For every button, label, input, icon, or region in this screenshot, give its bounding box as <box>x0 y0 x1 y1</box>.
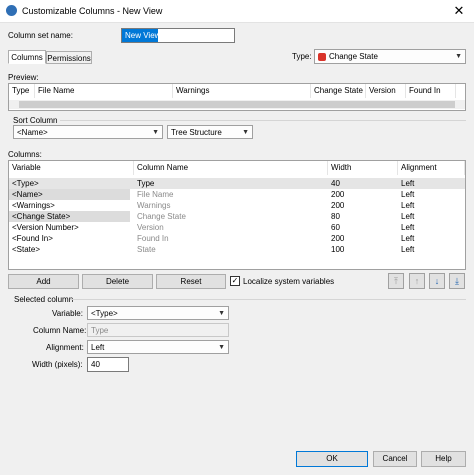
cell-alignment: Left <box>401 223 415 232</box>
chevron-down-icon: ▼ <box>455 53 462 60</box>
width-label: Width (pixels): <box>32 360 83 369</box>
tab-permissions[interactable]: Permissions <box>46 51 92 64</box>
cell-width: 60 <box>331 223 340 232</box>
cell-column-name: File Name <box>137 190 174 199</box>
chevron-down-icon: ▼ <box>152 129 159 136</box>
variable-label: Variable: <box>52 309 83 318</box>
table-row[interactable]: <State> State 100 Left <box>9 244 465 255</box>
divider <box>70 299 466 300</box>
reset-button[interactable]: Reset <box>156 274 226 289</box>
table-row[interactable]: <Version Number> Version 60 Left <box>9 222 465 233</box>
cell-variable: <Version Number> <box>12 223 79 232</box>
window-title: Customizable Columns - New View <box>22 6 163 16</box>
col-header-column-name[interactable]: Column Name <box>134 161 328 175</box>
cell-alignment: Left <box>401 212 415 221</box>
column-set-input[interactable] <box>121 28 235 43</box>
type-select-value: Change State <box>329 52 378 61</box>
preview-header-found-in[interactable]: Found In <box>406 84 456 98</box>
preview-header-change-state[interactable]: Change State <box>311 84 366 98</box>
localize-label: Localize system variables <box>243 277 335 286</box>
column-name-input[interactable] <box>87 323 229 337</box>
sort-structure-value: Tree Structure <box>171 128 222 137</box>
cell-column-name: Change State <box>137 212 186 221</box>
cell-variable: <Name> <box>9 189 130 200</box>
col-header-variable[interactable]: Variable <box>9 161 134 175</box>
preview-header-warnings[interactable]: Warnings <box>173 84 311 98</box>
cell-alignment: Left <box>401 190 415 199</box>
sort-column-label: Sort Column <box>13 116 58 125</box>
preview-header-type[interactable]: Type <box>9 84 35 98</box>
cell-variable: <Type> <box>12 179 39 188</box>
table-row[interactable]: <Warnings> Warnings 200 Left <box>9 200 465 211</box>
cell-variable: <Warnings> <box>12 201 55 210</box>
app-icon <box>6 5 17 16</box>
variable-select[interactable]: <Type> ▼ <box>87 306 229 320</box>
cell-alignment: Left <box>401 201 415 210</box>
move-top-icon[interactable]: ⤒ <box>388 273 404 289</box>
chevron-down-icon: ▼ <box>218 310 225 317</box>
column-name-label: Column Name: <box>33 326 87 335</box>
col-header-width[interactable]: Width <box>328 161 398 175</box>
localize-checkbox[interactable]: ✓ <box>230 276 240 286</box>
ok-button[interactable]: OK <box>296 451 368 467</box>
table-row[interactable]: <Found In> Found In 200 Left <box>9 233 465 244</box>
chevron-down-icon: ▼ <box>218 344 225 351</box>
cell-column-name: State <box>137 245 156 254</box>
table-row[interactable]: <Type> Type 40 Left <box>9 178 465 189</box>
width-input[interactable] <box>87 357 129 372</box>
preview-header-filename[interactable]: File Name <box>35 84 173 98</box>
cell-variable: <State> <box>12 245 41 254</box>
move-down-icon[interactable]: ↓ <box>429 273 445 289</box>
cell-column-name: Version <box>137 223 164 232</box>
cell-column-name: Type <box>137 179 155 188</box>
sort-column-select[interactable]: <Name> ▼ <box>13 125 163 139</box>
table-row[interactable]: <Change State> Change State 80 Left <box>9 211 465 222</box>
move-bottom-icon[interactable]: ⤓ <box>449 273 465 289</box>
alignment-select[interactable]: Left ▼ <box>87 340 229 354</box>
preview-table: Type File Name Warnings Change State Ver… <box>8 83 466 111</box>
cell-width: 80 <box>331 212 340 221</box>
cell-alignment: Left <box>401 245 415 254</box>
col-header-alignment[interactable]: Alignment <box>398 161 465 175</box>
preview-label: Preview: <box>8 73 39 82</box>
move-up-icon[interactable]: ↑ <box>409 273 425 289</box>
selected-column-label: Selected column <box>14 295 74 304</box>
cell-variable: <Change State> <box>9 211 130 222</box>
cell-alignment: Left <box>401 179 415 188</box>
columns-table: Variable Column Name Width Alignment <Ty… <box>8 160 466 270</box>
delete-button[interactable]: Delete <box>82 274 153 289</box>
cancel-button[interactable]: Cancel <box>373 451 417 467</box>
cell-alignment: Left <box>401 234 415 243</box>
help-button[interactable]: Help <box>421 451 466 467</box>
close-icon[interactable]: ✕ <box>449 2 469 20</box>
add-button[interactable]: Add <box>8 274 79 289</box>
type-label: Type: <box>292 52 312 61</box>
column-set-label: Column set name: <box>8 31 73 40</box>
alignment-label: Alignment: <box>46 343 84 352</box>
chevron-down-icon: ▼ <box>242 129 249 136</box>
preview-scrollbar[interactable] <box>9 100 465 109</box>
sort-column-value: <Name> <box>17 128 48 137</box>
cell-width: 40 <box>331 179 340 188</box>
cell-variable: <Found In> <box>12 234 53 243</box>
cell-width: 100 <box>331 245 345 254</box>
scrollbar-thumb[interactable] <box>19 101 455 108</box>
variable-select-value: <Type> <box>91 309 118 318</box>
divider <box>60 120 466 121</box>
type-select[interactable]: Change State ▼ <box>314 49 466 64</box>
change-state-icon <box>318 52 326 61</box>
cell-column-name: Found In <box>137 234 169 243</box>
sort-structure-select[interactable]: Tree Structure ▼ <box>167 125 253 139</box>
cell-column-name: Warnings <box>137 201 171 210</box>
alignment-select-value: Left <box>91 343 105 352</box>
tab-columns[interactable]: Columns <box>8 50 46 64</box>
table-row[interactable]: <Name> File Name 200 Left <box>9 189 465 200</box>
cell-width: 200 <box>331 201 345 210</box>
preview-header-version[interactable]: Version <box>366 84 406 98</box>
columns-label: Columns: <box>8 150 42 159</box>
cell-width: 200 <box>331 190 345 199</box>
cell-width: 200 <box>331 234 345 243</box>
